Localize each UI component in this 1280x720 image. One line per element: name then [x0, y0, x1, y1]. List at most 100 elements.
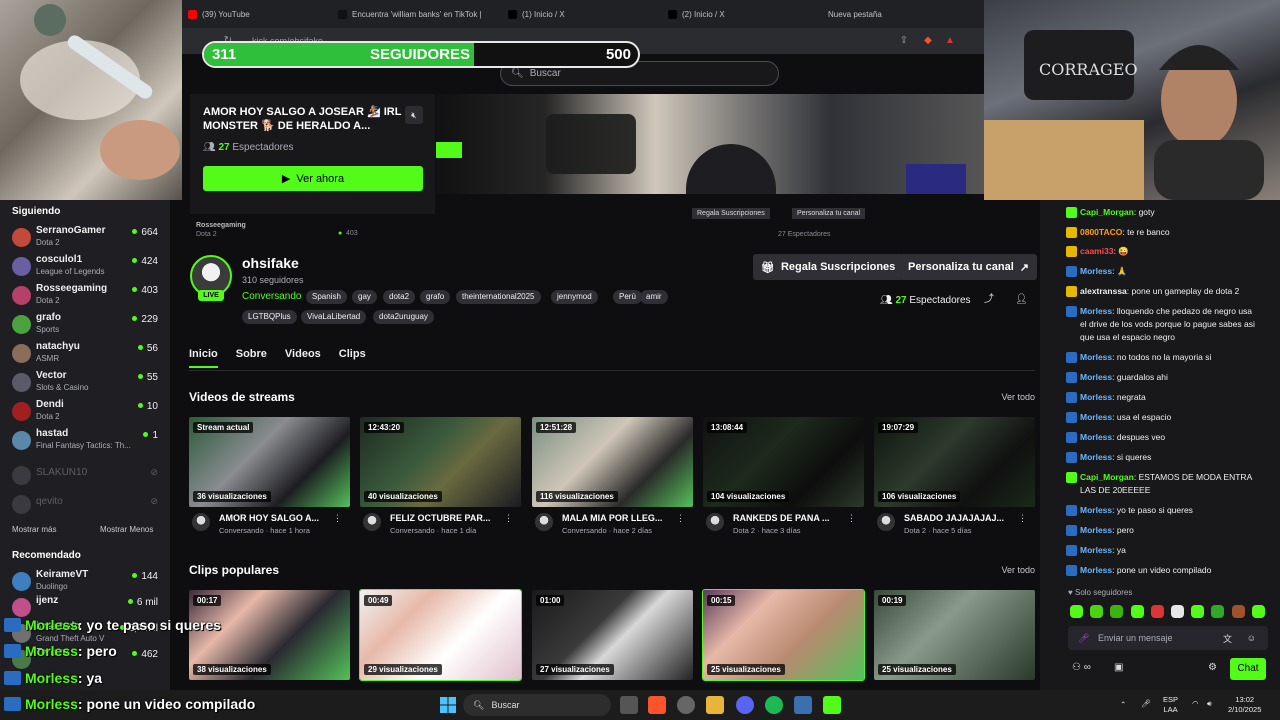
avatar[interactable]: [535, 513, 553, 531]
browser-tab[interactable]: Encuentra 'william banks' en TikTok |: [332, 0, 502, 28]
chat-username[interactable]: Morless: [1080, 392, 1112, 402]
video-title[interactable]: RANKEDS DE PANA ...: [733, 513, 849, 523]
clip-thumbnail[interactable]: 00:49 29 visualizaciones: [359, 589, 522, 681]
chat-username[interactable]: Morless: [1080, 545, 1112, 555]
wifi-icon[interactable]: ◠: [1192, 699, 1199, 709]
emote-icon[interactable]: [1150, 605, 1164, 618]
show-less-link[interactable]: Mostrar Menos: [100, 525, 153, 534]
video-thumbnail[interactable]: 12:51:28 116 visualizaciones: [532, 417, 693, 507]
chat-settings-left-icons[interactable]: ⚇ ∞: [1072, 662, 1091, 673]
chat-username[interactable]: alextranssa: [1080, 286, 1127, 296]
chat-username[interactable]: Capi_Morgan: [1080, 472, 1134, 482]
recommended-item[interactable]: KeirameVT Duolingo 144: [0, 568, 170, 597]
clock[interactable]: 13:02 2/10/2025: [1228, 695, 1261, 715]
channel-name[interactable]: ohsifake: [242, 255, 299, 271]
tab-clips[interactable]: Clips: [339, 348, 366, 368]
discord-icon[interactable]: [736, 696, 754, 714]
spotify-icon[interactable]: [765, 696, 783, 714]
video-title[interactable]: AMOR HOY SALGO A...: [219, 513, 335, 523]
channel-tag[interactable]: Spanish: [306, 290, 347, 304]
file-explorer-icon[interactable]: [706, 696, 724, 714]
emote-icon[interactable]: [1090, 605, 1104, 618]
emote-icon[interactable]: [1211, 605, 1225, 618]
brave-browser-icon[interactable]: [648, 696, 666, 714]
chat-username[interactable]: Morless: [1080, 352, 1112, 362]
mic-icon[interactable]: 🎤︎: [1141, 699, 1151, 709]
sidebar-item[interactable]: Vector Slots & Casino 55: [0, 369, 170, 398]
emoji-icon[interactable]: ☺: [1247, 633, 1256, 643]
clips-see-all[interactable]: Ver todo: [1001, 565, 1035, 575]
user-options-icon[interactable]: 👤︎: [1015, 294, 1028, 306]
more-options-icon[interactable]: ⋮: [504, 513, 513, 524]
chat-username[interactable]: Morless: [1080, 412, 1112, 422]
channel-tag[interactable]: LGTBQPlus: [242, 310, 297, 324]
chat-username[interactable]: Morless: [1080, 372, 1112, 382]
task-view-icon[interactable]: [620, 696, 638, 714]
show-more-link[interactable]: Mostrar más: [12, 525, 56, 534]
channel-tag[interactable]: dota2uruguay: [373, 310, 434, 324]
avatar[interactable]: [363, 513, 381, 531]
chat-username[interactable]: Morless: [1080, 432, 1112, 442]
emote-icon[interactable]: [1191, 605, 1205, 618]
avatar[interactable]: [877, 513, 895, 531]
video-title[interactable]: SABADO JAJAJAJAJ...: [904, 513, 1020, 523]
translate-icon[interactable]: 文: [1223, 632, 1232, 645]
emote-icon[interactable]: [1231, 605, 1245, 618]
channel-tag[interactable]: VivaLaLibertad: [301, 310, 367, 324]
kick-icon[interactable]: [823, 696, 841, 714]
sidebar-item[interactable]: SerranoGamer Dota 2 664: [0, 224, 170, 253]
app-icon[interactable]: [677, 696, 695, 714]
tab-videos[interactable]: Videos: [285, 348, 321, 368]
video-title[interactable]: FELIZ OCTUBRE PAR...: [390, 513, 506, 523]
chat-username[interactable]: 0800TACO: [1080, 227, 1122, 237]
channel-tag[interactable]: jennymod: [551, 290, 598, 304]
channel-tag[interactable]: grafo: [420, 290, 451, 304]
tab-sobre[interactable]: Sobre: [236, 348, 267, 368]
tab-inicio[interactable]: Inicio: [189, 348, 218, 368]
gift-subs-button[interactable]: 🎁︎ Regala Suscripciones: [753, 254, 904, 280]
clip-thumbnail[interactable]: 00:15 25 visualizaciones: [702, 589, 865, 681]
video-thumbnail[interactable]: 13:08:44 104 visualizaciones: [703, 417, 864, 507]
emote-icon[interactable]: [1110, 605, 1124, 618]
emote-icon[interactable]: [1130, 605, 1144, 618]
gear-icon[interactable]: ⚙: [1208, 662, 1217, 673]
browser-tab[interactable]: Nueva pestaña: [822, 0, 984, 28]
chat-send-button[interactable]: Chat: [1230, 658, 1266, 680]
channel-tag[interactable]: dota2: [383, 290, 416, 304]
more-options-icon[interactable]: ⋮: [333, 513, 342, 524]
clip-thumbnail[interactable]: 00:19 25 visualizaciones: [874, 590, 1035, 680]
emote-icon[interactable]: [1251, 605, 1265, 618]
channel-tag[interactable]: Perù: [613, 290, 642, 304]
channel-tag[interactable]: amir: [640, 290, 668, 304]
sidebar-item[interactable]: cosculol1 League of Legends 424: [0, 253, 170, 282]
chat-username[interactable]: Morless: [1080, 306, 1112, 316]
more-options-icon[interactable]: ⋮: [676, 513, 685, 524]
chat-username[interactable]: Morless: [1080, 525, 1112, 535]
videos-see-all[interactable]: Ver todo: [1001, 392, 1035, 402]
emote-icon[interactable]: [1171, 605, 1184, 618]
volume-icon[interactable]: 🔊︎: [1207, 699, 1212, 709]
input-language[interactable]: ESP LAA: [1163, 695, 1178, 715]
sidebar-item[interactable]: hastad Final Fantasy Tactics: Th... 1: [0, 427, 170, 456]
app-icon-2[interactable]: [794, 696, 812, 714]
chat-username[interactable]: Morless: [1080, 505, 1112, 515]
video-thumbnail[interactable]: 19:07:29 106 visualizaciones: [874, 417, 1035, 507]
sidebar-item[interactable]: grafo Sports 229: [0, 311, 170, 340]
video-thumbnail[interactable]: Stream actual 36 visualizaciones: [189, 417, 350, 507]
brave-shield-icon[interactable]: ◆: [922, 35, 934, 47]
sidebar-item[interactable]: Dendi Dota 2 10: [0, 398, 170, 427]
gift-icon[interactable]: ▣: [1114, 662, 1123, 673]
share-icon[interactable]: ⇪: [898, 35, 910, 47]
video-thumbnail[interactable]: 12:43:20 40 visualizaciones: [360, 417, 521, 507]
mute-icon[interactable]: 🔇︎: [405, 106, 423, 124]
channel-tag[interactable]: gay: [352, 290, 377, 304]
avatar[interactable]: [192, 513, 210, 531]
emote-icon[interactable]: [1070, 605, 1083, 618]
browser-tab[interactable]: (39) YouTube: [182, 0, 332, 28]
chat-username[interactable]: Morless: [1080, 565, 1112, 575]
sidebar-item-offline[interactable]: qevito ⊘: [0, 491, 170, 520]
mic-icon[interactable]: 🎤︎: [1078, 633, 1089, 644]
chat-username[interactable]: Morless: [1080, 266, 1112, 276]
chevron-up-icon[interactable]: ⌃: [1120, 700, 1126, 710]
chat-input[interactable]: 🎤︎ Enviar un mensaje 文 ☺: [1068, 626, 1268, 650]
